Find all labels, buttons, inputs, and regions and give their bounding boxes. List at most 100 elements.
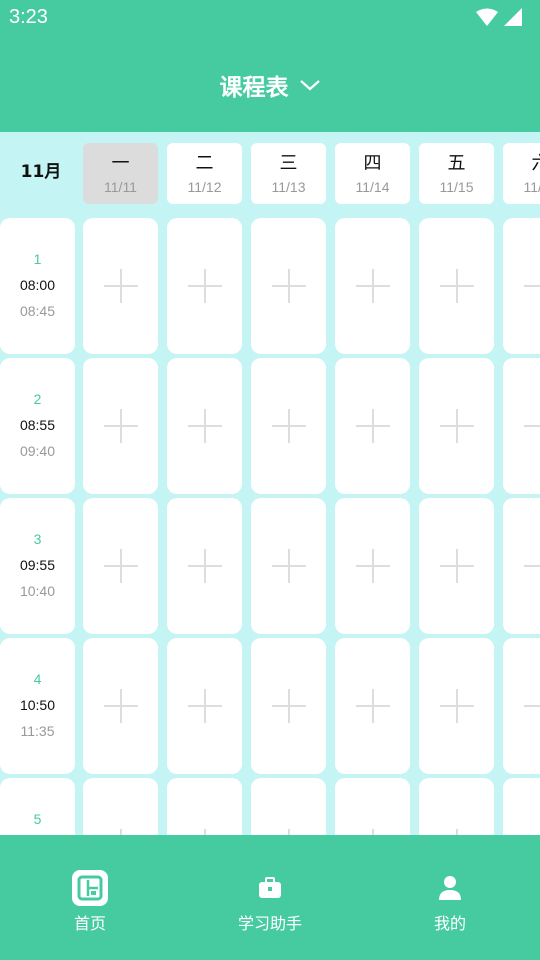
day-date: 11/12	[187, 179, 222, 195]
period-label: 2 08:55 09:40	[0, 358, 75, 494]
plus-icon	[188, 269, 222, 303]
plus-icon	[188, 409, 222, 443]
nav-label: 学习助手	[237, 914, 302, 933]
course-slot-mon-5[interactable]	[83, 778, 158, 835]
day-name: 三	[279, 153, 298, 174]
day-header-tue[interactable]: 二 11/12	[167, 143, 242, 204]
schedule-title-dropdown[interactable]: 课程表	[0, 68, 540, 102]
plus-icon	[440, 409, 474, 443]
course-slot-thu-4[interactable]	[335, 638, 410, 774]
plus-icon	[356, 689, 390, 723]
bottom-nav: 首页 学习助手 我的	[0, 835, 540, 960]
course-slot-mon-3[interactable]	[83, 498, 158, 634]
period-label: 5	[0, 778, 75, 835]
period-start: 10:50	[19, 697, 56, 713]
course-slot-sat-4[interactable]	[503, 638, 540, 774]
course-slot-tue-5[interactable]	[167, 778, 242, 835]
period-start: 09:55	[19, 557, 56, 573]
plus-icon	[440, 269, 474, 303]
course-slot-mon-1[interactable]	[83, 218, 158, 354]
course-slot-thu-1[interactable]	[335, 218, 410, 354]
period-start: 08:00	[19, 277, 56, 293]
day-header-wed[interactable]: 三 11/13	[251, 143, 326, 204]
course-slot-mon-2[interactable]	[83, 358, 158, 494]
course-slot-wed-3[interactable]	[251, 498, 326, 634]
day-name: 四	[363, 153, 382, 174]
day-header-mon[interactable]: 一 11/11	[83, 143, 158, 204]
nav-profile[interactable]: 我的	[390, 870, 510, 934]
day-header-sat[interactable]: 六 11/16	[503, 143, 540, 204]
course-slot-fri-3[interactable]	[419, 498, 494, 634]
course-slot-wed-1[interactable]	[251, 218, 326, 354]
day-header-thu[interactable]: 四 11/14	[335, 143, 410, 204]
course-slot-wed-5[interactable]	[251, 778, 326, 835]
plus-icon	[356, 409, 390, 443]
course-slot-mon-4[interactable]	[83, 638, 158, 774]
plus-icon	[440, 549, 474, 583]
plus-icon	[356, 549, 390, 583]
day-header-fri[interactable]: 五 11/15	[419, 143, 494, 204]
course-slot-sat-3[interactable]	[503, 498, 540, 634]
day-date: 11/13	[271, 179, 306, 195]
plus-icon	[272, 409, 306, 443]
day-name: 六	[503, 153, 540, 175]
period-label: 1 08:00 08:45	[0, 218, 75, 354]
day-date: 11/14	[355, 179, 390, 195]
status-time: 3:23	[9, 6, 48, 28]
month-label: 11月	[20, 162, 62, 182]
day-name: 二	[195, 153, 214, 174]
period-end: 09:40	[19, 443, 56, 459]
nav-label: 首页	[73, 914, 106, 933]
plus-icon	[188, 689, 222, 723]
plus-icon	[356, 269, 390, 303]
period-num: 4	[33, 671, 42, 687]
course-slot-fri-2[interactable]	[419, 358, 494, 494]
period-num: 2	[33, 391, 42, 407]
plus-icon	[272, 269, 306, 303]
schedule-grid: 11月 一 11/11 二 11/12 三 11/13 四 11/14 五 11…	[0, 132, 540, 835]
plus-icon	[104, 549, 138, 583]
course-slot-tue-3[interactable]	[167, 498, 242, 634]
course-slot-sat-2[interactable]	[503, 358, 540, 494]
course-slot-wed-4[interactable]	[251, 638, 326, 774]
period-num: 3	[33, 531, 42, 547]
course-slot-tue-2[interactable]	[167, 358, 242, 494]
nav-label: 我的	[433, 914, 466, 933]
day-name: 一	[111, 153, 130, 174]
plus-icon	[272, 549, 306, 583]
nav-home[interactable]: 首页	[30, 870, 150, 934]
course-slot-fri-4[interactable]	[419, 638, 494, 774]
plus-icon	[272, 689, 306, 723]
plus-icon	[188, 549, 222, 583]
course-slot-sat-5[interactable]	[503, 778, 540, 835]
plus-icon	[524, 689, 540, 723]
briefcase-icon	[252, 870, 288, 906]
period-num: 5	[33, 811, 42, 827]
day-name: 五	[447, 153, 466, 174]
plus-icon	[524, 269, 540, 303]
day-date: 11/16	[523, 179, 540, 195]
period-label: 3 09:55 10:40	[0, 498, 75, 634]
course-slot-thu-2[interactable]	[335, 358, 410, 494]
period-end: 11:35	[20, 723, 55, 739]
chevron-down-icon	[299, 80, 320, 91]
wifi-icon	[476, 8, 498, 26]
course-slot-tue-1[interactable]	[167, 218, 242, 354]
course-slot-thu-5[interactable]	[335, 778, 410, 835]
page-title: 课程表	[219, 75, 289, 101]
course-slot-fri-1[interactable]	[419, 218, 494, 354]
home-icon	[72, 870, 108, 906]
period-end: 08:45	[19, 303, 56, 319]
course-slot-wed-2[interactable]	[251, 358, 326, 494]
user-icon	[432, 870, 468, 906]
nav-study-assistant[interactable]: 学习助手	[210, 870, 330, 934]
plus-icon	[524, 549, 540, 583]
plus-icon	[440, 689, 474, 723]
plus-icon	[524, 409, 540, 443]
status-icons	[476, 8, 522, 26]
course-slot-thu-3[interactable]	[335, 498, 410, 634]
course-slot-sat-1[interactable]	[503, 218, 540, 354]
course-slot-fri-5[interactable]	[419, 778, 494, 835]
day-date: 11/11	[104, 179, 137, 195]
course-slot-tue-4[interactable]	[167, 638, 242, 774]
